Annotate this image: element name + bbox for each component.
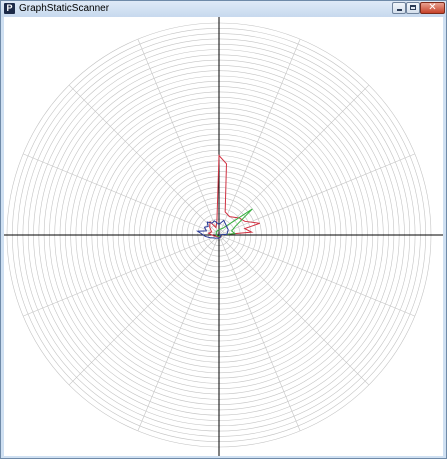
grid-spoke xyxy=(137,234,220,431)
processing-app-icon[interactable]: P xyxy=(4,3,15,14)
grid-spoke xyxy=(218,84,370,236)
polar-chart xyxy=(4,17,443,456)
grid-spoke xyxy=(68,234,220,386)
graph-canvas xyxy=(4,17,443,456)
grid-spoke xyxy=(23,153,220,236)
grid-spoke xyxy=(218,234,370,386)
maximize-icon xyxy=(410,5,416,10)
grid-spoke xyxy=(137,39,220,236)
close-button[interactable]: ✕ xyxy=(420,2,445,14)
maximize-button[interactable] xyxy=(406,2,420,14)
close-icon: ✕ xyxy=(428,2,437,13)
title-bar[interactable]: P GraphStaticScanner ✕ xyxy=(1,1,446,17)
minimize-button[interactable] xyxy=(392,2,406,14)
grid-spoke xyxy=(218,234,301,431)
minimize-icon xyxy=(397,9,402,11)
grid-spoke xyxy=(23,234,220,317)
grid-spoke xyxy=(218,39,301,236)
grid-spoke xyxy=(68,84,220,236)
grid-spoke xyxy=(218,153,415,236)
axes xyxy=(4,17,443,456)
window-title: GraphStaticScanner xyxy=(19,3,110,14)
app-window: P GraphStaticScanner ✕ xyxy=(0,0,447,459)
grid-spoke xyxy=(218,234,415,317)
